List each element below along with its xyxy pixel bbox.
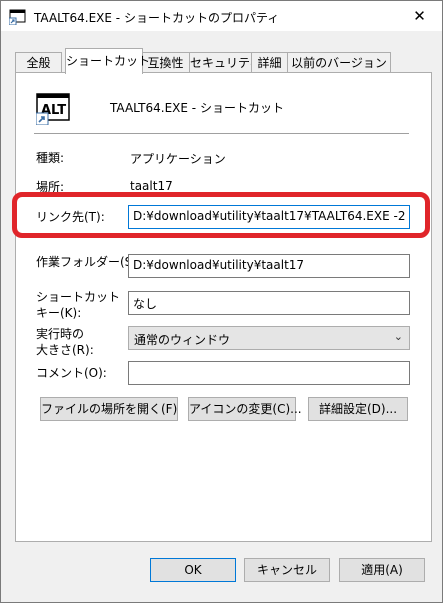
tab-general[interactable]: 全般 <box>15 52 62 73</box>
comment-label: コメント(O): <box>36 366 107 380</box>
location-label: 場所: <box>36 180 65 194</box>
open-file-location-button[interactable]: ファイルの場所を開く(F) <box>40 397 178 421</box>
start-in-label: 作業フォルダー(S): <box>36 255 142 269</box>
cancel-button[interactable]: キャンセル <box>244 558 330 582</box>
change-icon-button[interactable]: アイコンの変更(C)... <box>188 397 302 421</box>
tab-shortcut[interactable]: ショートカット <box>65 48 150 74</box>
start-in-field[interactable]: D:¥download¥utility¥taalt17 <box>128 254 410 278</box>
hotkey-field[interactable]: なし <box>128 291 410 315</box>
run-label-line2: 大きさ(R): <box>36 343 94 357</box>
tab-previous-versions[interactable]: 以前のバージョン <box>287 52 391 73</box>
title-bar: TAALT64.EXE - ショートカットのプロパティ ✕ <box>1 1 442 31</box>
shortcut-tab-panel: ALT TAALT64.EXE - ショートカット 種類: アプリケーション 場… <box>15 72 432 542</box>
hotkey-label-line2: キー(K): <box>36 306 82 320</box>
tab-details[interactable]: 詳細 <box>251 52 288 73</box>
app-shortcut-icon: ALT <box>36 93 70 125</box>
hotkey-label-line1: ショートカット <box>36 290 121 304</box>
target-field[interactable]: D:¥download¥utility¥taalt17¥TAALT64.EXE … <box>128 205 410 229</box>
shortcut-app-icon <box>9 9 26 25</box>
type-label: 種類: <box>36 151 65 165</box>
tab-security[interactable]: セキュリティ <box>189 52 261 73</box>
apply-button[interactable]: 適用(A) <box>339 558 425 582</box>
run-select[interactable]: 通常のウィンドウ ⌄ <box>128 326 410 350</box>
run-label-line1: 実行時の <box>36 327 85 341</box>
separator <box>34 133 409 134</box>
tab-strip: 全般 ショートカット 互換性 セキュリティ 詳細 以前のバージョン <box>15 48 435 74</box>
close-button[interactable]: ✕ <box>397 1 442 31</box>
comment-field[interactable] <box>128 361 410 385</box>
window-title: TAALT64.EXE - ショートカットのプロパティ <box>34 11 280 25</box>
ok-button[interactable]: OK <box>150 558 236 582</box>
location-value: taalt17 <box>130 179 173 193</box>
shortcut-name: TAALT64.EXE - ショートカット <box>110 101 284 115</box>
type-value: アプリケーション <box>130 152 226 166</box>
advanced-button[interactable]: 詳細設定(D)... <box>308 397 408 421</box>
properties-dialog: TAALT64.EXE - ショートカットのプロパティ ✕ 全般 ショートカット… <box>0 0 443 603</box>
close-icon: ✕ <box>413 7 426 25</box>
chevron-down-icon: ⌄ <box>393 330 403 343</box>
run-select-value: 通常のウィンドウ <box>134 333 231 347</box>
target-label: リンク先(T): <box>36 210 105 224</box>
